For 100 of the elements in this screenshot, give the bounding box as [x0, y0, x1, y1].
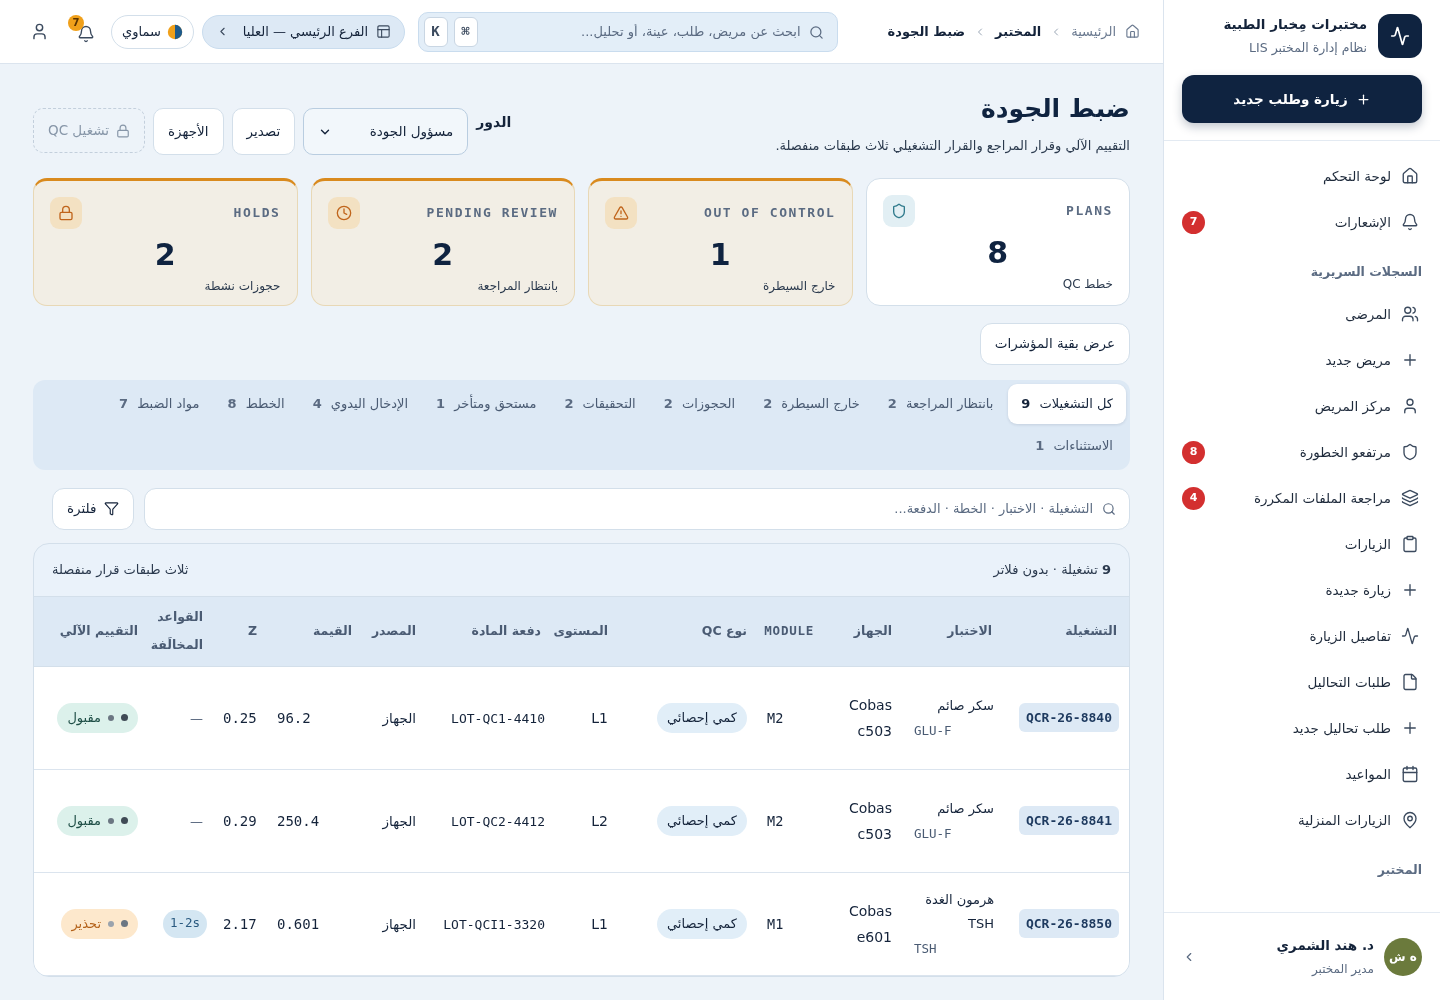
breadcrumb-link[interactable]: المختبر — [995, 21, 1042, 42]
map-pin-icon — [1401, 811, 1419, 829]
rules-text: — — [190, 710, 203, 726]
action-button[interactable]: تصدير — [231, 108, 296, 155]
user-icon[interactable] — [30, 22, 49, 41]
run-id-tag[interactable]: QCR-26-8840 — [1018, 702, 1119, 733]
user-name: د. هند الشمري — [1276, 936, 1374, 956]
column-header: MODULE — [764, 623, 814, 638]
clock-icon — [327, 196, 360, 229]
house-icon — [1125, 24, 1140, 39]
lot-number: LOT-QC2-4412 — [451, 813, 545, 829]
half-circle-icon — [166, 23, 183, 40]
branch-selector[interactable]: الفرع الرئيسي — العليا — [201, 14, 406, 49]
test-code: GLU-F — [914, 722, 953, 741]
value-text: 250.4 — [277, 812, 320, 829]
role-select[interactable]: مسؤول الجودة — [303, 108, 469, 155]
kpi-value: 2 — [154, 236, 176, 273]
z-score: 0.29 — [223, 812, 257, 829]
kpi-caption: خطط QC — [1062, 275, 1113, 293]
qc-level: L1 — [591, 915, 608, 932]
nav-item[interactable]: مركز المريض — [1182, 383, 1422, 429]
z-score: 2.17 — [223, 915, 257, 932]
source-text: الجهاز — [382, 709, 416, 726]
column-header: دفعة المادة — [471, 623, 541, 638]
action-button[interactable]: الأجهزة — [152, 108, 224, 155]
role-label: الدور — [476, 113, 512, 133]
house-icon — [1401, 167, 1419, 185]
kpi-caption: بانتظار المراجعة — [477, 277, 558, 295]
shield-icon — [1401, 443, 1419, 461]
nav-item[interactable]: الزيارات المنزلية — [1182, 797, 1422, 843]
module-code: M2 — [767, 812, 784, 829]
nav-item[interactable]: مريض جديد — [1182, 337, 1422, 383]
new-visit-button[interactable]: زيارة وطلب جديد — [1182, 75, 1422, 123]
calendar-icon — [1401, 765, 1419, 783]
search-field[interactable]: التشغيلة · الاختبار · الخطة · الدفعة... — [143, 487, 1130, 530]
column-header: المستوى — [553, 623, 608, 638]
theme-toggle[interactable]: سماوي — [111, 14, 194, 49]
kpi-label: HOLDS — [233, 203, 281, 222]
layers-icon — [1401, 489, 1419, 507]
column-header: المصدر — [371, 623, 416, 638]
section-heading: السجلات السريرية — [1310, 262, 1422, 281]
warning-icon — [605, 196, 637, 229]
device-name: Cobas c503 — [847, 695, 892, 741]
pulse-icon — [1378, 14, 1422, 58]
layout-icon — [376, 24, 392, 39]
run-id-tag[interactable]: QCR-26-8850 — [1018, 908, 1119, 939]
filter-button[interactable]: فلترة — [52, 487, 134, 530]
kpi-label: PENDING REVIEW — [426, 203, 558, 222]
qc-type-tag: كمي إحصائي — [657, 702, 747, 733]
column-header: الجهاز — [853, 623, 892, 638]
value-text: 96.2 — [277, 709, 311, 726]
source-text: الجهاز — [382, 915, 416, 932]
plus-icon — [1401, 581, 1419, 599]
nav-item[interactable]: زيارة جديدة — [1182, 567, 1422, 613]
qc-level: L1 — [591, 709, 608, 726]
source-text: الجهاز — [382, 812, 416, 829]
column-header: القواعد المخالَفة — [150, 609, 203, 652]
lock-icon — [50, 196, 82, 229]
kpi-value: 8 — [987, 234, 1009, 271]
column-header: الاختبار — [947, 623, 992, 638]
file-icon — [1401, 673, 1419, 691]
notification-count: 7 — [1182, 210, 1205, 234]
kpi-caption: خارج السيطرة — [763, 277, 836, 295]
test-name: سكر صائم — [936, 697, 994, 716]
search-icon — [1102, 501, 1116, 516]
section-heading: المختبر — [1377, 860, 1422, 879]
qc-type-tag: كمي إحصائي — [657, 908, 747, 939]
table-note: ثلاث طبقات قرار منفصلة — [52, 560, 189, 579]
column-header: Z — [247, 623, 257, 638]
user-role: مدير المختبر — [1310, 960, 1374, 978]
search-icon — [808, 24, 824, 40]
nav-item[interactable]: المواعيد — [1182, 751, 1422, 797]
nav-item[interactable]: الزيارات — [1182, 521, 1422, 567]
nav-item[interactable]: طلبات التحاليل — [1182, 659, 1422, 705]
kpi-label: PLANS — [1066, 201, 1113, 220]
lock-icon — [115, 123, 130, 138]
nav-item[interactable]: لوحة التحكم — [1182, 153, 1422, 199]
nav-item[interactable]: المرضى — [1182, 291, 1422, 337]
funnel-icon — [103, 501, 119, 516]
column-header: القيمة — [312, 623, 352, 638]
nav-item[interactable]: طلب تحاليل جديد — [1182, 705, 1422, 751]
evaluation-status: مقبول — [57, 702, 138, 733]
kpi-value: 1 — [709, 236, 731, 273]
breadcrumb-link[interactable]: الرئيسية — [1071, 21, 1116, 42]
page-subtitle: التقييم الآلي وقرار المراجع والقرار التشغيلي ثلاث طبقات منفصلة. — [775, 137, 1130, 156]
breadcrumb-link[interactable]: ضبط الجودة — [887, 21, 966, 42]
lot-number: LOT-QCI1-3320 — [443, 916, 545, 932]
plus-icon — [1401, 719, 1419, 737]
bell-icon — [1401, 213, 1419, 231]
notification-count: 8 — [1182, 440, 1205, 464]
more-kpis-button[interactable]: عرض بقية المؤشرات — [979, 322, 1130, 365]
bell-icon[interactable] — [77, 24, 95, 43]
user-avatar: ه ش — [1384, 937, 1422, 976]
kpi-label: OUT OF CONTROL — [704, 203, 836, 222]
column-header: التقييم الآلي — [59, 623, 138, 638]
notification-count: 4 — [1182, 486, 1205, 510]
run-id-tag[interactable]: QCR-26-8841 — [1018, 805, 1119, 836]
nav-item[interactable]: تفاصيل الزيارة — [1182, 613, 1422, 659]
device-name: Cobas c503 — [847, 798, 892, 844]
lot-number: LOT-QC1-4410 — [451, 710, 545, 726]
